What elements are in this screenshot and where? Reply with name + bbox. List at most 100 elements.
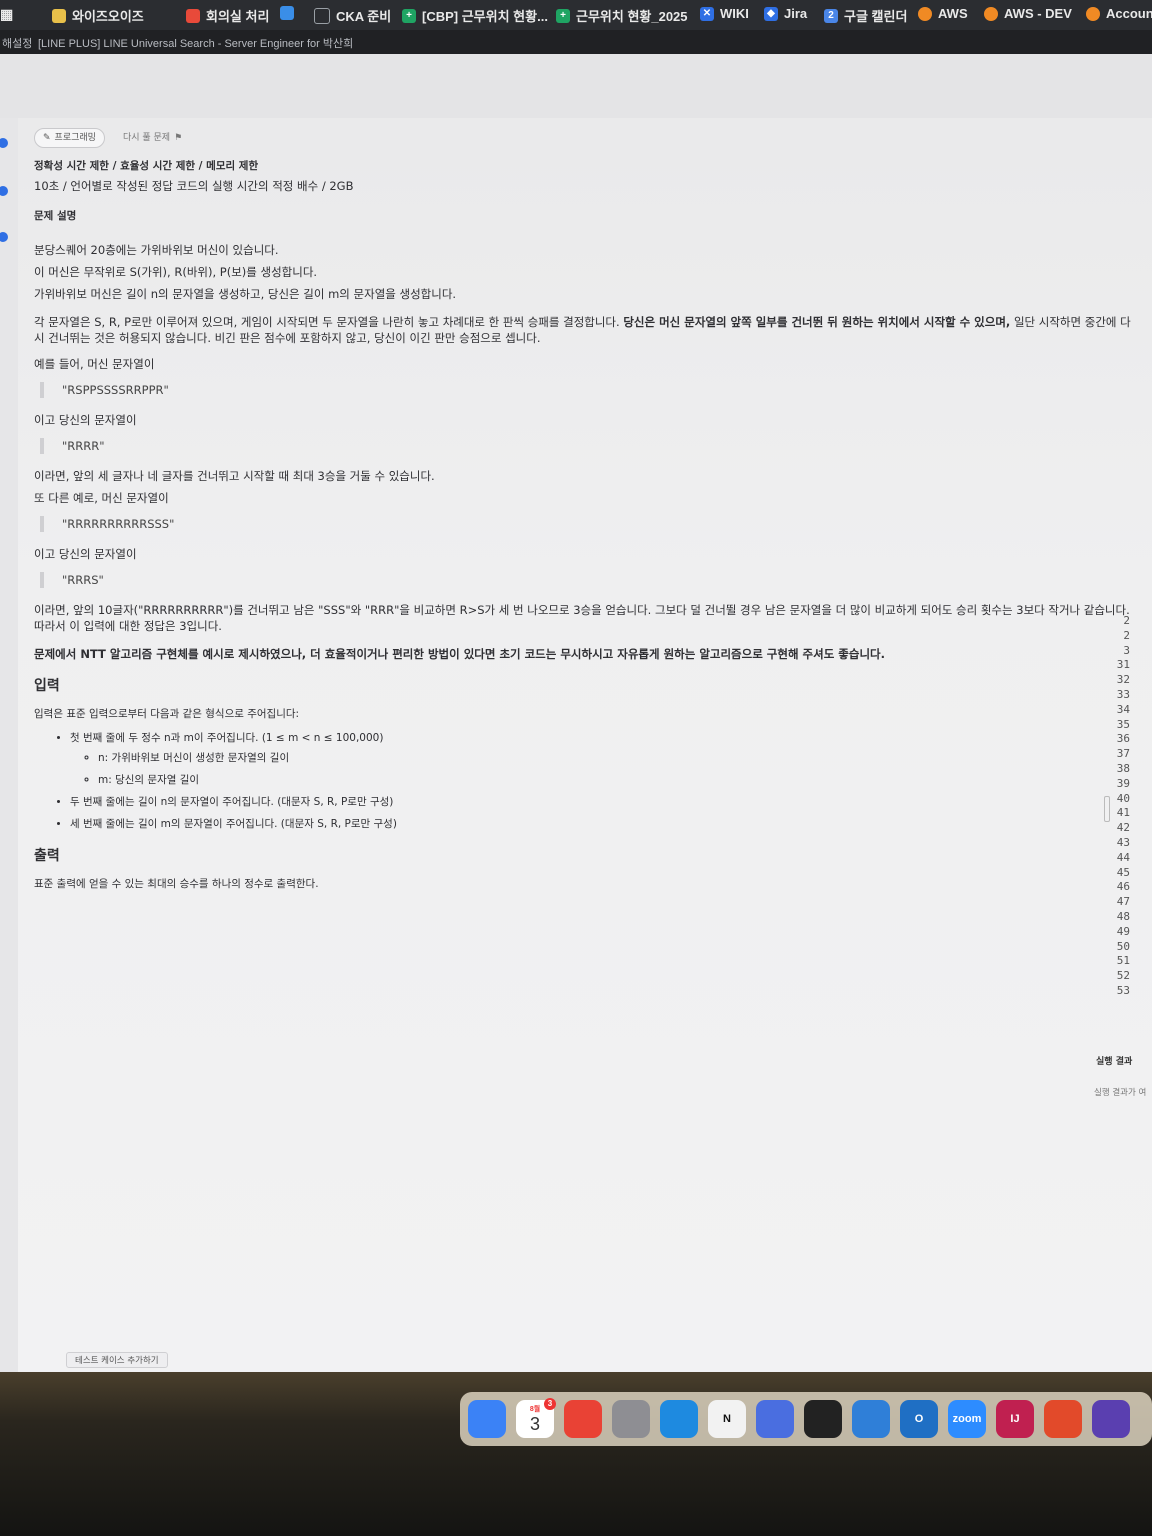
list-item: 첫 번째 줄에 두 정수 n과 m이 주어집니다. (1 ≤ m < n ≤ 1… bbox=[70, 730, 1134, 788]
edge-icon[interactable] bbox=[660, 1400, 698, 1438]
retry-chip[interactable]: 다시 풀 문제 ⚑ bbox=[115, 129, 190, 147]
line-number: 52 bbox=[1116, 969, 1130, 983]
example1-machine-string: "RSPPSSSSRRPPR" bbox=[40, 382, 1134, 398]
line-number: 45 bbox=[1116, 865, 1130, 879]
programming-chip[interactable]: ✎ 프로그래밍 bbox=[34, 128, 105, 148]
line-number: 3 bbox=[1123, 643, 1130, 657]
check-icon bbox=[0, 232, 8, 242]
line-number: 35 bbox=[1116, 717, 1130, 731]
line-number: 37 bbox=[1116, 747, 1130, 761]
app-label: N bbox=[723, 1413, 731, 1425]
check-icon bbox=[0, 138, 8, 148]
input-intro: 입력은 표준 입력으로부터 다음과 같은 형식으로 주어집니다: bbox=[34, 708, 300, 720]
input-list: 첫 번째 줄에 두 정수 n과 m이 주어집니다. (1 ≤ m < n ≤ 1… bbox=[34, 730, 1134, 832]
line-number: 49 bbox=[1116, 924, 1130, 938]
cursor-icon[interactable] bbox=[804, 1400, 842, 1438]
bookmark-item[interactable]: + [CBP] 근무위치 현황... bbox=[402, 6, 548, 25]
line-number: 51 bbox=[1116, 954, 1130, 968]
line-number: 46 bbox=[1116, 880, 1130, 894]
google-drive-icon bbox=[280, 6, 294, 20]
run-result-title: 실행 결과 bbox=[1096, 1057, 1133, 1067]
bookmark-item[interactable]: AWS - DEV bbox=[984, 6, 1072, 21]
example1-intro: 예를 들어, 머신 문자열이 bbox=[34, 357, 155, 371]
description-paragraph: 각 문자열은 S, R, P로만 이루어져 있으며, 게임이 시작되면 두 문자… bbox=[34, 315, 1131, 345]
description-heading: 문제 설명 bbox=[34, 210, 77, 222]
add-test-case-button[interactable]: 테스트 케이스 추가하기 bbox=[66, 1352, 168, 1368]
app-label: zoom bbox=[952, 1413, 982, 1425]
line-number: 39 bbox=[1116, 776, 1130, 790]
problem-page: ✎ 프로그래밍 다시 풀 문제 ⚑ 정확성 시간 제한 / 효율성 시간 제한 / … bbox=[0, 54, 1152, 1372]
limits-heading: 정확성 시간 제한 / 효율성 시간 제한 / 메모리 제한 bbox=[34, 160, 259, 172]
intellij-icon[interactable]: IJ bbox=[996, 1400, 1034, 1438]
sheets-icon: + bbox=[402, 8, 416, 23]
input-heading: 입력 bbox=[34, 678, 60, 694]
example2-intro: 또 다른 예로, 머신 문자열이 bbox=[34, 491, 169, 505]
list-item: 두 번째 줄에는 길이 n의 문자열이 주어집니다. (대문자 S, R, P로… bbox=[70, 794, 1134, 810]
dock: 8월 3 3 N Ozoom IJ bbox=[460, 1392, 1152, 1446]
example1-result: 이라면, 앞의 세 글자나 네 글자를 건너뛰고 시작할 때 최대 3승을 거둘… bbox=[34, 469, 435, 483]
code-icon: ✎ bbox=[43, 133, 51, 143]
finder-icon[interactable] bbox=[468, 1400, 506, 1438]
line-number: 44 bbox=[1116, 850, 1130, 864]
example2-mine-string: "RRRS" bbox=[40, 572, 1134, 588]
list-item: 세 번째 줄에는 길이 m의 문자열이 주어집니다. (대문자 S, R, P로… bbox=[70, 816, 1134, 832]
line-number: 53 bbox=[1116, 983, 1130, 997]
example2-result: 이라면, 앞의 10글자("RRRRRRRRRR")를 건너뛰고 남은 "SSS… bbox=[34, 603, 1130, 633]
calendar-icon[interactable]: 8월 3 3 bbox=[516, 1398, 556, 1438]
line-number: 34 bbox=[1116, 702, 1130, 716]
line-number: 43 bbox=[1116, 835, 1130, 849]
line-number: 50 bbox=[1116, 939, 1130, 953]
app-label: IJ bbox=[1010, 1413, 1020, 1425]
bookmark-item[interactable]: + 근무위치 현황_2025 bbox=[556, 6, 688, 25]
notification-badge: 3 bbox=[544, 1398, 556, 1410]
description-line: 이 머신은 무작위로 S(가위), R(바위), P(보)를 생성합니다. bbox=[34, 265, 318, 279]
notion-icon[interactable]: N bbox=[708, 1400, 746, 1438]
app-purple-icon[interactable] bbox=[1092, 1400, 1130, 1438]
app-label: O bbox=[914, 1413, 924, 1425]
square-icon bbox=[52, 8, 66, 23]
line-number: 47 bbox=[1116, 895, 1130, 909]
line-number: 2 bbox=[1123, 628, 1130, 642]
app-red-icon[interactable] bbox=[1044, 1400, 1082, 1438]
launchpad-icon[interactable] bbox=[612, 1400, 650, 1438]
bookmark-item[interactable]: CKA 준비 bbox=[314, 6, 391, 25]
bookmark-item[interactable]: ◆ Jira bbox=[764, 6, 807, 21]
zoom-icon[interactable]: zoom bbox=[948, 1400, 986, 1438]
bookmark-item[interactable]: Accoun bbox=[1086, 6, 1152, 21]
problem-description: ✎ 프로그래밍 다시 풀 문제 ⚑ 정확성 시간 제한 / 효율성 시간 제한 / … bbox=[34, 128, 1134, 898]
vscode-icon[interactable] bbox=[852, 1400, 890, 1438]
bookmark-item[interactable]: ✕ WIKI bbox=[700, 6, 749, 21]
bookmark-item[interactable]: 와이즈오이즈 bbox=[52, 6, 144, 25]
bookmark-item[interactable]: AWS bbox=[918, 6, 968, 21]
chrome-icon[interactable] bbox=[564, 1400, 602, 1438]
example2-machine-string: "RRRRRRRRRRSSS" bbox=[40, 516, 1134, 532]
line-number: 32 bbox=[1116, 673, 1130, 687]
screen-icon[interactable] bbox=[756, 1400, 794, 1438]
implementation-note: 문제에서 NTT 알고리즘 구현체를 예시로 제시하였으나, 더 효율적이거나 … bbox=[34, 647, 885, 661]
bookmarks-bar: ▦ 와이즈오이즈 회의실 처리 CKA 준비 + [CBP] 근무위치 현황...… bbox=[0, 0, 1152, 30]
description-line: 가위바위보 머신은 길이 n의 문자열을 생성하고, 당신은 길이 m의 문자열… bbox=[34, 287, 457, 301]
line-number: 2 bbox=[1123, 614, 1130, 627]
apps-grid-icon[interactable]: ▦ bbox=[0, 6, 13, 23]
line-number: 31 bbox=[1116, 658, 1130, 672]
title-bar-left-text: 해설정 bbox=[2, 38, 33, 50]
editor-line-numbers: 2 2 3 31 32 33 34 35 36 37 38 39 40 41 42 43 44 45 46 47 48 4… bbox=[1108, 614, 1152, 999]
folder-icon bbox=[314, 7, 330, 24]
aws-icon bbox=[984, 6, 998, 21]
calendar-icon: 2 bbox=[824, 8, 838, 23]
outlook-icon[interactable]: O bbox=[900, 1400, 938, 1438]
bookmark-item[interactable]: 회의실 처리 bbox=[186, 6, 269, 25]
bookmark-item[interactable] bbox=[280, 6, 294, 20]
window-title: [LINE PLUS] LINE Universal Search - Serv… bbox=[38, 38, 354, 50]
aws-icon bbox=[1086, 6, 1100, 21]
flag-icon: ⚑ bbox=[174, 133, 183, 143]
confluence-icon: ✕ bbox=[700, 6, 714, 21]
jira-icon: ◆ bbox=[764, 6, 778, 21]
run-result-text: 실행 결과가 여 bbox=[1094, 1088, 1147, 1098]
google-icon bbox=[186, 8, 200, 23]
left-rail bbox=[0, 118, 18, 1372]
title-bar: 해설정 [LINE PLUS] LINE Universal Search - … bbox=[0, 30, 1152, 54]
line-number: 42 bbox=[1116, 821, 1130, 835]
bookmark-item[interactable]: 2 구글 캘린더 bbox=[824, 6, 907, 25]
list-item: m: 당신의 문자열 길이 bbox=[98, 772, 1134, 788]
